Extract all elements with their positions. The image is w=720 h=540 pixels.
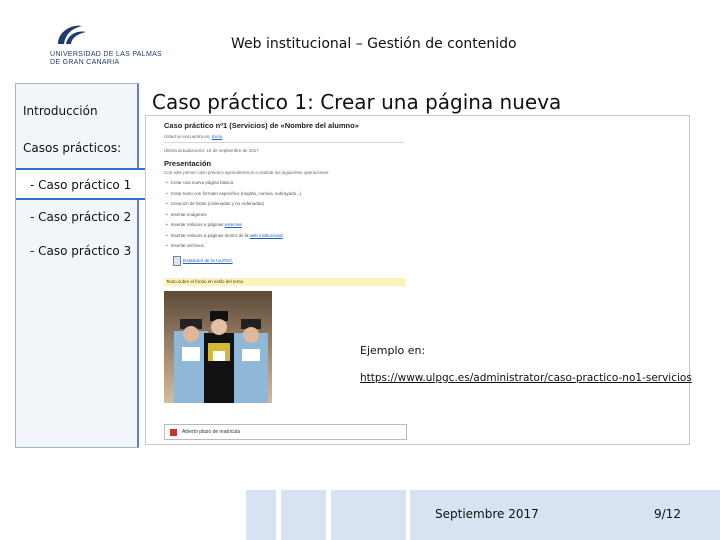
sidebar-nav: Introducción Casos prácticos: - Caso prá… [15,83,162,448]
breadcrumb-link-inicio[interactable]: Inicio [212,134,223,139]
breadcrumb-prefix: Usted se encuentra en: [164,134,212,139]
section-intro: Con este primer caso práctico aprenderem… [164,170,330,175]
sidebar-item-intro[interactable]: Introducción [23,104,98,118]
notice-icon [170,429,177,436]
slide-title: Caso práctico 1: Crear una página nueva [152,90,562,114]
footer-decoration [246,490,276,540]
notice-banner[interactable]: Abierto plazo de matrícula [164,424,407,440]
list-item: Crear una nueva página básica [166,180,301,191]
operations-list: Crear una nueva página básica Crear text… [166,180,302,254]
notice-text: Abierto plazo de matrícula [182,429,241,435]
sidebar-item-label: - Caso práctico 1 [30,178,132,192]
list-item: Insertar imágenes [166,212,301,223]
logo-text-line-2: DE GRAN CANARIA [50,59,120,66]
list-item: Crear texto con formato específico (negr… [166,191,302,202]
footer-decoration [281,490,326,540]
list-item: Creación de listas (ordenadas y no orden… [166,201,301,212]
page-heading: Caso práctico nº1 (Servicios) de «Nombre… [164,121,359,130]
sidebar-item-caso-2[interactable]: - Caso práctico 2 [30,210,131,224]
web-page-screenshot: Caso práctico nº1 (Servicios) de «Nombre… [145,115,690,445]
section-heading: Presentación [164,159,212,168]
list-item: Insertar enlaces a páginas externas [166,222,301,233]
last-updated: Última actualización: 15 de septiembre d… [164,148,259,153]
academic-photo [164,291,272,403]
file-icon [173,256,181,266]
link-web-institucional[interactable]: web institucional [250,233,283,238]
list-item: Insertar enlaces a páginas dentro de la … [166,233,301,244]
sidebar-section-casos: Casos prácticos: [23,141,122,155]
example-url-link[interactable]: https://www.ulpgc.es/administrator/caso-… [360,372,692,384]
footer-decoration [331,490,406,540]
photo-caption-text: Texto sobre el fondo en estilo del tema [166,279,244,284]
ulpgc-logo-mark-icon [58,25,86,44]
photo-caption: Texto sobre el fondo en estilo del tema [164,278,406,286]
logo-text-line-1: UNIVERSIDAD DE LAS PALMAS [50,51,163,58]
divider [164,142,404,143]
sidebar-item-caso-1[interactable]: - Caso práctico 1 [16,168,162,200]
sidebar-item-caso-3[interactable]: - Caso práctico 3 [30,244,131,258]
university-logo: UNIVERSIDAD DE LAS PALMAS DE GRAN CANARI… [48,20,163,68]
page-number: 9/12 [654,507,681,521]
breadcrumb: Usted se encuentra en: Inicio [164,134,222,139]
footer-date: Septiembre 2017 [435,507,539,521]
file-link[interactable]: Estatutos de la ULPGC [183,259,233,264]
link-externas[interactable]: externas [225,222,242,227]
header-title: Web institucional – Gestión de contenido [231,36,517,52]
example-label: Ejemplo en: [360,344,426,357]
list-item: Insertar archivos [166,243,301,254]
